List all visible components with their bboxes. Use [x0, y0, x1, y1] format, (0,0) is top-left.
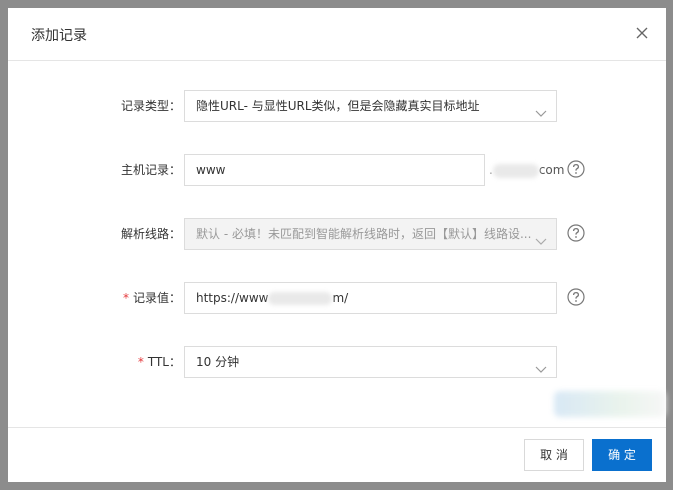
record-value-row: * 记录值： https://www m/ — [8, 281, 666, 315]
record-value-start: https://www — [196, 291, 269, 305]
host-record-input[interactable]: www — [184, 154, 485, 186]
domain-suffix: . com — [489, 163, 565, 178]
domain-suffix-end: com — [538, 163, 565, 177]
redacted-url — [268, 292, 333, 305]
host-record-label: 主机记录： — [120, 163, 181, 177]
resolve-line-value: 默认 - 必填！未匹配到智能解析线路时，返回【默认】线路设... — [196, 227, 532, 241]
dialog-footer: 取 消 确 定 — [8, 427, 666, 482]
redacted-domain — [492, 163, 539, 178]
record-value-label: 记录值： — [132, 291, 181, 305]
record-value-end: m/ — [332, 291, 349, 305]
resolve-line-select: 默认 - 必填！未匹配到智能解析线路时，返回【默认】线路设... — [184, 218, 557, 250]
record-type-label: 记录类型： — [120, 99, 181, 113]
host-record-row: 主机记录： www . com — [8, 153, 666, 187]
required-mark: * — [137, 355, 144, 369]
dialog-header: 添加记录 — [8, 8, 666, 61]
record-type-row: 记录类型： 隐性URL- 与显性URL类似，但是会隐藏真实目标地址 — [8, 89, 666, 123]
confirm-button[interactable]: 确 定 — [592, 439, 652, 471]
ttl-label: TTL： — [147, 355, 181, 369]
close-icon[interactable] — [632, 23, 652, 43]
resolve-line-label: 解析线路： — [120, 227, 181, 241]
chevron-down-icon — [535, 228, 547, 245]
required-mark: * — [122, 291, 129, 305]
chevron-down-icon — [535, 356, 547, 373]
cancel-button[interactable]: 取 消 — [524, 439, 584, 471]
record-type-value: 隐性URL- 与显性URL类似，但是会隐藏真实目标地址 — [196, 99, 480, 113]
add-record-dialog: 添加记录 记录类型： 隐性URL- 与显性URL类似，但是会隐藏真实目标地址 主… — [8, 8, 666, 482]
ttl-row: * TTL： 10 分钟 — [8, 345, 666, 379]
chevron-down-icon — [535, 100, 547, 117]
host-record-value: www — [196, 163, 226, 177]
dialog-title: 添加记录 — [31, 28, 87, 44]
blurred-watermark — [554, 391, 666, 417]
record-type-select[interactable]: 隐性URL- 与显性URL类似，但是会隐藏真实目标地址 — [184, 90, 557, 122]
ttl-label-wrap: * TTL： — [138, 345, 181, 379]
record-value-label-wrap: * 记录值： — [123, 281, 181, 315]
ttl-select[interactable]: 10 分钟 — [184, 346, 557, 378]
record-value-input[interactable]: https://www m/ — [184, 282, 557, 314]
help-icon[interactable] — [567, 160, 585, 178]
ttl-value: 10 分钟 — [196, 355, 240, 369]
help-icon[interactable] — [567, 288, 585, 306]
help-icon[interactable] — [567, 224, 585, 242]
resolve-line-row: 解析线路： 默认 - 必填！未匹配到智能解析线路时，返回【默认】线路设... — [8, 217, 666, 251]
